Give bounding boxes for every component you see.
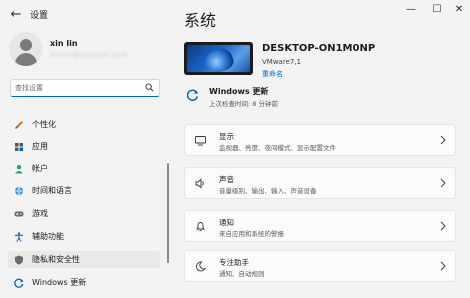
nav-item-privacy-security[interactable]: 隐私和安全性 <box>8 251 160 268</box>
card-description: 来自应用和系统的警报 <box>219 230 284 238</box>
nav-item-personalization[interactable]: 个性化 <box>8 116 160 133</box>
shield-icon <box>14 255 24 265</box>
globe-clock-icon <box>14 186 24 196</box>
card-display[interactable]: 显示 监视器、亮度、夜间模式、显示配置文件 <box>184 124 456 156</box>
windows-update-status-icon[interactable] <box>187 89 199 101</box>
user-name: xin lin <box>50 39 78 48</box>
search-input[interactable] <box>15 82 135 94</box>
page-title: 系统 <box>184 11 217 30</box>
avatar-body <box>15 53 37 66</box>
chevron-right-icon <box>440 221 446 231</box>
nav-item-label: Windows 更新 <box>32 278 87 287</box>
windows-update-title[interactable]: Windows 更新 <box>209 86 268 97</box>
nav-item-apps[interactable]: 应用 <box>8 138 160 155</box>
rename-link[interactable]: 重命名 <box>262 69 283 79</box>
back-button[interactable]: ← <box>6 4 26 24</box>
maximize-icon: ☐ <box>432 3 442 15</box>
card-focus-assist[interactable]: 专注助手 通知、自动规则 <box>184 250 456 282</box>
avatar-head <box>20 39 32 51</box>
title-bar: ← 设置 — ☐ ✕ <box>0 0 470 28</box>
brush-icon <box>14 120 24 130</box>
card-description: 通知、自动规则 <box>219 270 265 278</box>
nav-item-label: 帐户 <box>32 164 48 173</box>
accessibility-icon <box>14 231 24 242</box>
speaker-icon <box>195 178 206 189</box>
chevron-right-icon <box>440 261 446 271</box>
minimize-icon: — <box>406 3 416 15</box>
device-name: DESKTOP-ON1M0NP <box>262 43 376 54</box>
nav-item-label: 游戏 <box>32 209 48 218</box>
nav-item-label: 个性化 <box>32 120 56 129</box>
chevron-right-icon <box>440 135 446 145</box>
apps-icon <box>14 142 24 152</box>
close-button[interactable]: ✕ <box>446 0 470 18</box>
back-arrow-icon: ← <box>10 6 22 22</box>
nav-item-windows-update[interactable]: Windows 更新 <box>8 274 160 291</box>
nav-item-accounts[interactable]: 帐户 <box>8 160 160 177</box>
user-email: xinlin@outlook.com <box>50 51 129 59</box>
nav-item-label: 应用 <box>32 142 48 151</box>
display-icon <box>195 135 206 146</box>
card-sound[interactable]: 声音 音量级别、输出、输入、声音设备 <box>184 167 456 199</box>
app-title: 设置 <box>30 11 49 21</box>
card-notifications[interactable]: 通知 来自应用和系统的警报 <box>184 210 456 242</box>
search-box[interactable] <box>10 79 160 97</box>
moon-icon <box>195 261 206 272</box>
device-thumbnail <box>184 42 253 75</box>
nav-item-time-language[interactable]: 时间和语言 <box>8 182 160 199</box>
nav-item-label: 时间和语言 <box>32 186 72 195</box>
wallpaper-bloom <box>202 45 236 72</box>
close-icon: ✕ <box>454 3 464 15</box>
device-model: VMware7,1 <box>262 58 302 66</box>
minimize-button[interactable]: — <box>398 0 424 18</box>
search-icon[interactable] <box>145 83 154 92</box>
nav-item-accessibility[interactable]: 辅助功能 <box>8 228 160 245</box>
card-title: 通知 <box>219 218 234 227</box>
card-title: 专注助手 <box>219 258 249 267</box>
bell-icon <box>195 221 206 232</box>
card-title: 声音 <box>219 175 234 184</box>
wallpaper-image <box>187 45 250 72</box>
nav-item-gaming[interactable]: 游戏 <box>8 205 160 222</box>
nav-item-label: 辅助功能 <box>32 232 64 241</box>
avatar[interactable] <box>9 32 43 66</box>
windows-update-icon <box>14 278 24 288</box>
card-title: 显示 <box>219 132 234 141</box>
gamepad-icon <box>14 209 24 219</box>
nav-scrollbar[interactable] <box>167 163 169 263</box>
windows-update-last-check: 上次检查时间: 8 分钟前 <box>209 100 278 108</box>
chevron-right-icon <box>440 178 446 188</box>
person-icon <box>14 164 24 174</box>
card-description: 监视器、亮度、夜间模式、显示配置文件 <box>219 144 336 152</box>
card-description: 音量级别、输出、输入、声音设备 <box>219 187 317 195</box>
nav-item-label: 隐私和安全性 <box>32 255 80 264</box>
